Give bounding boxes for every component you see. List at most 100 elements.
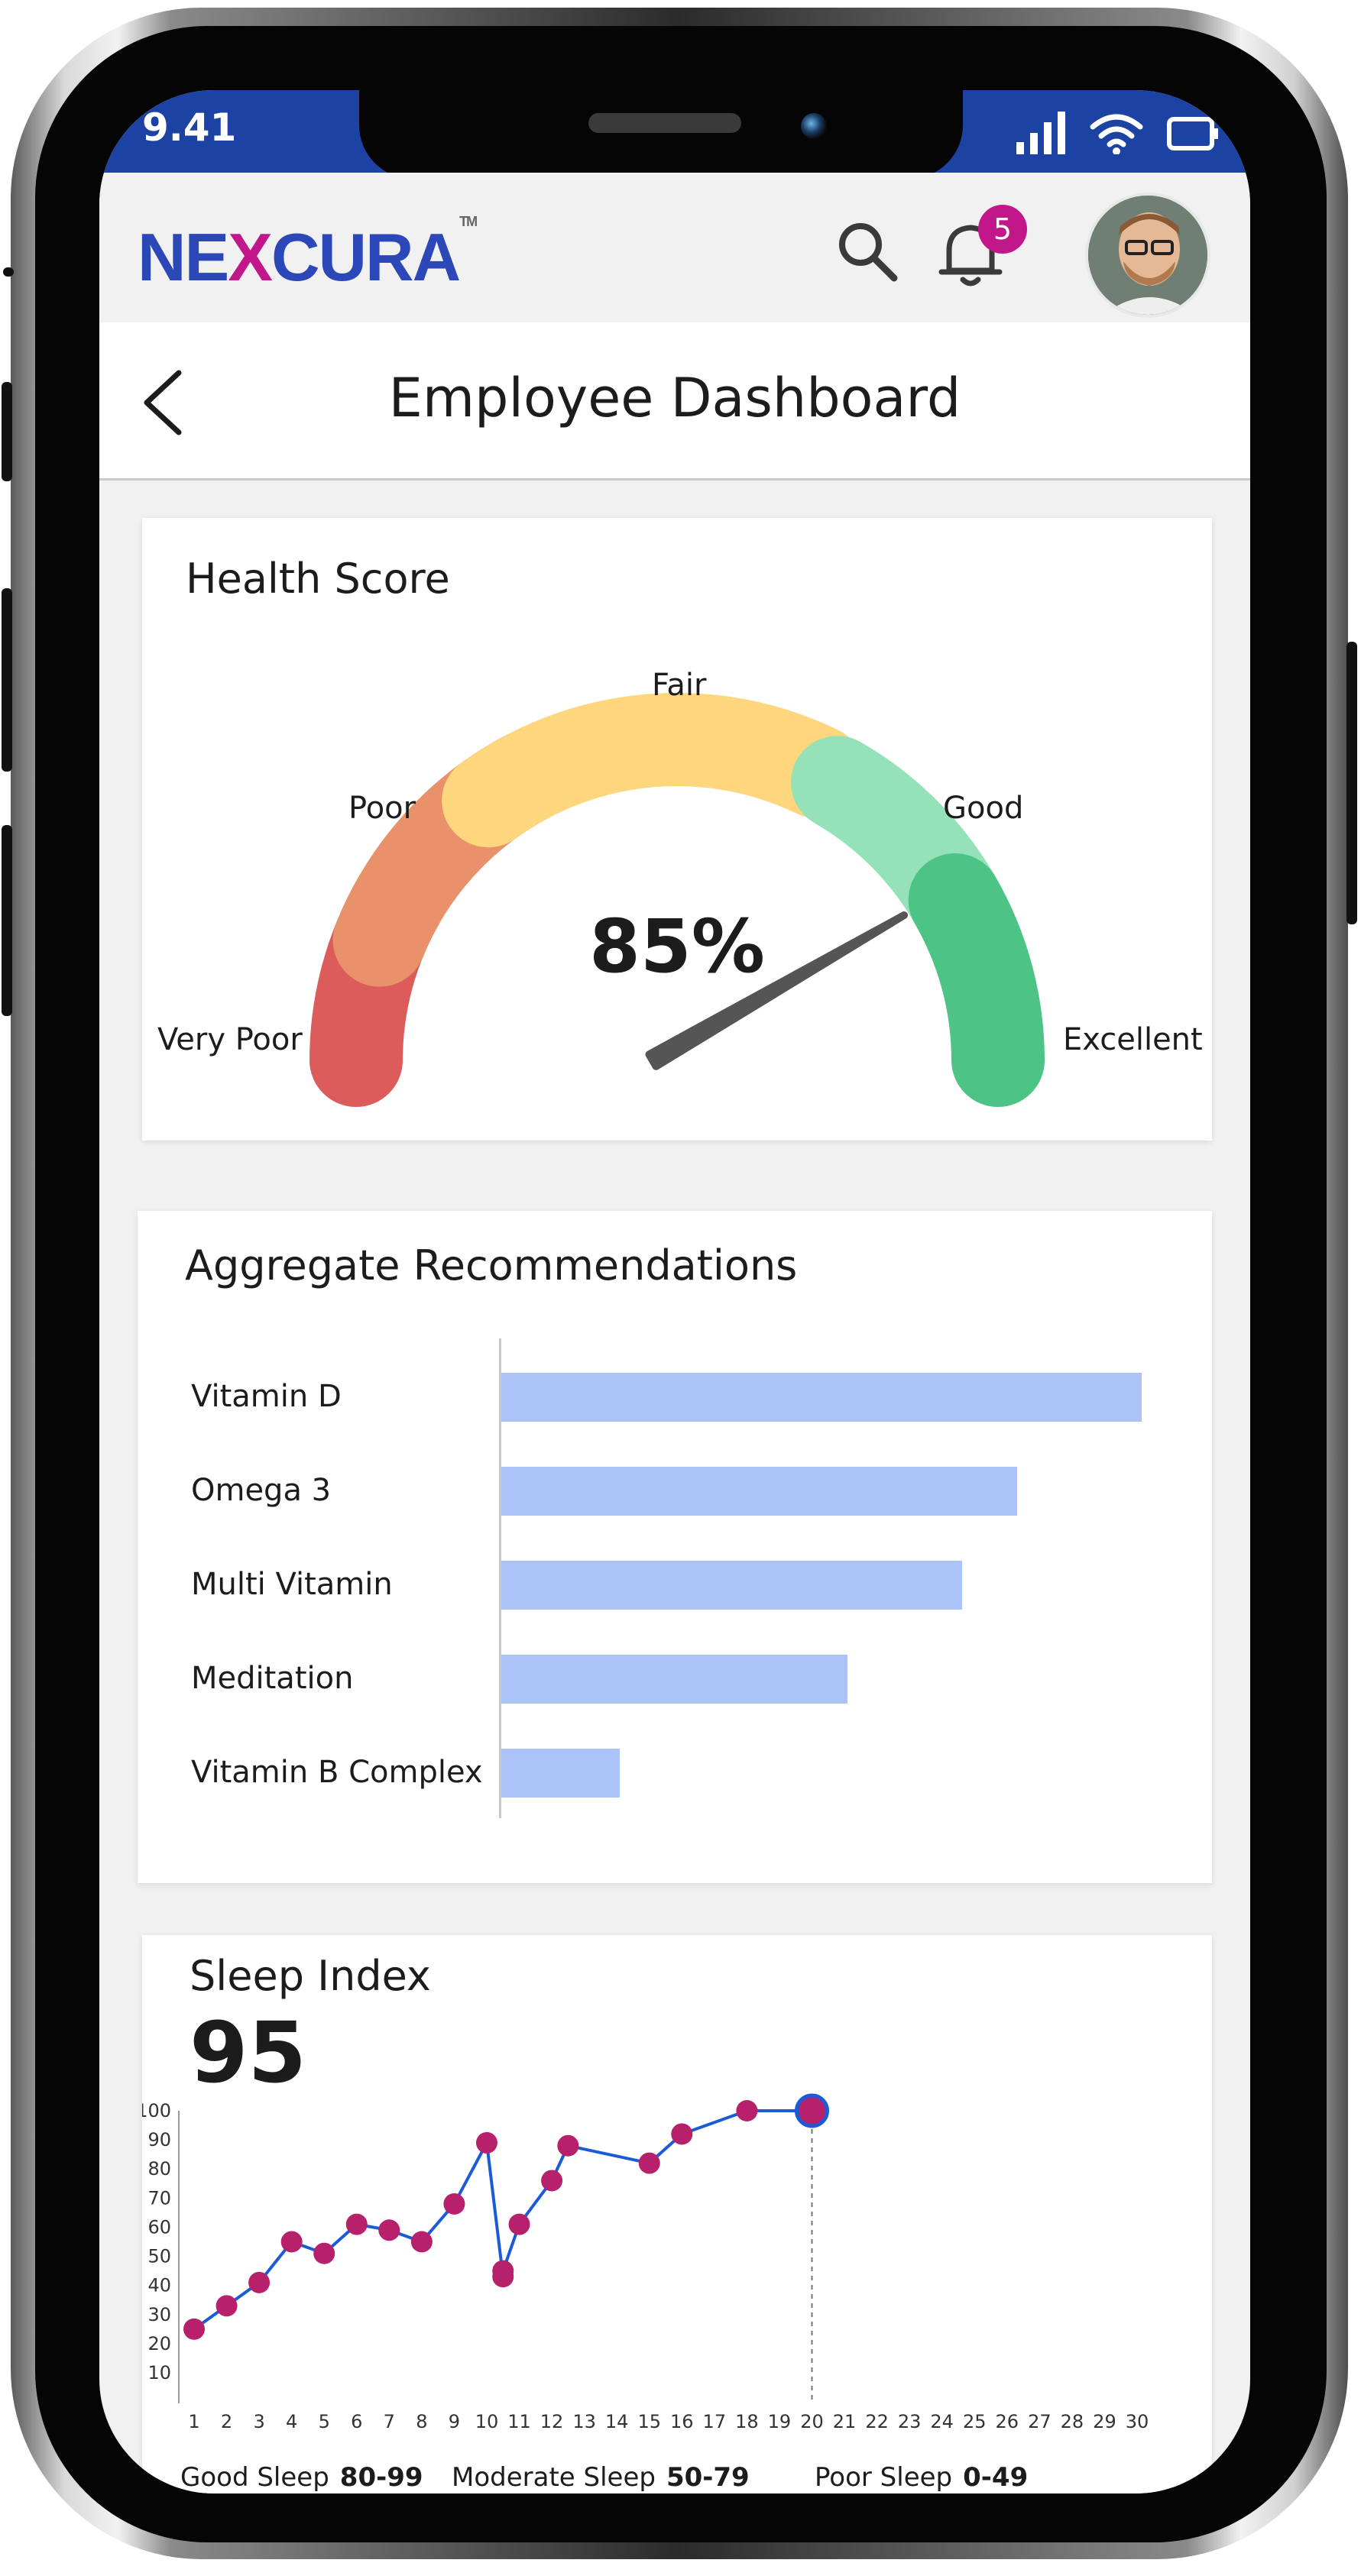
sleep-point[interactable] — [557, 2134, 579, 2157]
legend-good-sleep-range: 80-99 — [339, 2462, 423, 2493]
nexcura-logo[interactable]: NEXCURATM — [138, 214, 478, 296]
sleep-point[interactable] — [671, 2123, 693, 2145]
status-icons — [1016, 112, 1220, 154]
x-tick-label: 1 — [188, 2411, 199, 2432]
phone-side-button-right — [1346, 642, 1357, 924]
x-tick-label: 11 — [507, 2411, 531, 2432]
phone-side-button-left-3 — [2, 588, 12, 772]
sleep-point[interactable] — [736, 2100, 758, 2121]
bar-multi-vitamin[interactable] — [501, 1561, 963, 1610]
notification-badge: 5 — [978, 205, 1027, 254]
x-tick-label: 20 — [800, 2411, 824, 2432]
phone-side-button-left-2 — [2, 382, 12, 481]
sleep-point[interactable] — [541, 2170, 563, 2192]
sleep-point[interactable] — [492, 2260, 514, 2282]
x-tick-label: 5 — [319, 2411, 330, 2432]
x-tick-label: 22 — [865, 2411, 889, 2432]
legend-poor-sleep-label: Poor Sleep — [815, 2462, 953, 2493]
bar-label-vitamin-b-complex: Vitamin B Complex — [191, 1755, 483, 1790]
y-tick-label: 10 — [147, 2362, 171, 2383]
health-score-gauge — [309, 693, 1045, 1107]
phone-side-button-left-4 — [2, 825, 12, 1016]
bar-meditation[interactable] — [501, 1655, 847, 1704]
x-tick-label: 14 — [605, 2411, 629, 2432]
sleep-point[interactable] — [443, 2193, 465, 2215]
y-tick-label: 60 — [147, 2216, 171, 2238]
bar-label-omega-3: Omega 3 — [191, 1473, 332, 1508]
x-tick-label: 3 — [253, 2411, 264, 2432]
sleep-point[interactable] — [183, 2318, 205, 2340]
bar-vitamin-b-complex[interactable] — [501, 1749, 621, 1798]
battery-icon — [1167, 117, 1218, 150]
front-camera — [801, 113, 827, 139]
gauge-label-excellent: Excellent — [1063, 1022, 1203, 1057]
x-tick-label: 17 — [703, 2411, 727, 2432]
bar-label-multi-vitamin: Multi Vitamin — [191, 1567, 393, 1602]
sleep-point[interactable] — [475, 2131, 497, 2154]
sleep-point[interactable] — [378, 2219, 400, 2241]
x-tick-label: 15 — [637, 2411, 661, 2432]
legend-moderate-sleep-label: Moderate Sleep — [452, 2462, 656, 2493]
gauge-segment-fair — [442, 693, 865, 848]
y-tick-label: 20 — [147, 2333, 171, 2354]
y-tick-label: 40 — [147, 2275, 171, 2296]
gauge-label-good: Good — [943, 791, 1024, 826]
phone-side-button-left-1 — [3, 267, 14, 277]
search-icon[interactable] — [833, 217, 902, 286]
sleep-point-highlight[interactable] — [794, 2093, 829, 2128]
x-tick-label: 29 — [1093, 2411, 1116, 2432]
sleep-point[interactable] — [248, 2271, 271, 2293]
status-time: 9.41 — [142, 105, 237, 150]
x-tick-label: 2 — [221, 2411, 232, 2432]
sleep-index-card: Sleep Index 95 1020304050607080901001234… — [142, 1935, 1212, 2493]
legend-poor-sleep-range: 0-49 — [963, 2462, 1029, 2493]
wifi-icon — [1090, 114, 1143, 154]
bar-vitamin-d[interactable] — [501, 1373, 1142, 1422]
legend-moderate-sleep: Moderate Sleep 50-79 — [452, 2462, 750, 2493]
y-tick-label: 90 — [147, 2129, 171, 2150]
sleep-point[interactable] — [313, 2242, 335, 2264]
recommendations-bar-chart: Vitamin D Omega 3 Multi Vitamin Meditation V… — [138, 1211, 1212, 1883]
x-tick-label: 6 — [351, 2411, 362, 2432]
logo-text-x: X — [228, 219, 273, 295]
sleep-point[interactable] — [410, 2231, 433, 2253]
x-tick-label: 18 — [735, 2411, 759, 2432]
health-score-value: 85% — [589, 904, 765, 989]
sleep-series-line — [193, 2109, 812, 2331]
y-tick-label: 70 — [147, 2187, 171, 2209]
avatar[interactable] — [1085, 193, 1210, 318]
legend-good-sleep-label: Good Sleep — [180, 2462, 329, 2493]
x-tick-label: 4 — [286, 2411, 297, 2432]
y-tick-label: 50 — [147, 2246, 171, 2267]
page-title: Employee Dashboard — [388, 367, 961, 429]
x-tick-label: 30 — [1126, 2411, 1149, 2432]
x-tick-label: 19 — [768, 2411, 792, 2432]
x-tick-label: 8 — [416, 2411, 427, 2432]
x-tick-label: 23 — [898, 2411, 922, 2432]
legend-moderate-sleep-range: 50-79 — [666, 2462, 750, 2493]
sleep-point[interactable] — [345, 2213, 368, 2235]
gauge-label-very-poor: Very Poor — [157, 1022, 303, 1057]
y-tick-label: 80 — [147, 2158, 171, 2180]
phone-screen: 9.41 NEXCURATM 5 Employee Dashboard Heal… — [99, 90, 1250, 2493]
sleep-point[interactable] — [215, 2295, 238, 2317]
signal-icon — [1016, 112, 1065, 154]
y-tick-label: 30 — [147, 2304, 171, 2325]
x-tick-label: 26 — [996, 2411, 1019, 2432]
gauge-label-poor: Poor — [348, 791, 416, 826]
x-tick-label: 12 — [540, 2411, 564, 2432]
x-tick-label: 27 — [1028, 2411, 1052, 2432]
earpiece-speaker — [588, 113, 741, 133]
bar-omega-3[interactable] — [501, 1467, 1017, 1516]
sleep-index-line-chart: 1020304050607080901001234567891011121314… — [142, 2093, 1149, 2432]
sleep-point[interactable] — [638, 2152, 660, 2174]
x-tick-label: 13 — [572, 2411, 596, 2432]
x-tick-label: 25 — [963, 2411, 987, 2432]
sleep-point[interactable] — [508, 2213, 530, 2235]
app-header: NEXCURATM 5 — [99, 173, 1250, 322]
legend-poor-sleep: Poor Sleep 0-49 — [815, 2462, 1028, 2493]
logo-text-cura: CURA — [271, 219, 461, 295]
health-score-card: Health Score Very Poor Poor Fair Good Ex… — [142, 518, 1212, 1141]
sleep-point[interactable] — [280, 2231, 303, 2253]
logo-trademark: TM — [459, 214, 478, 229]
